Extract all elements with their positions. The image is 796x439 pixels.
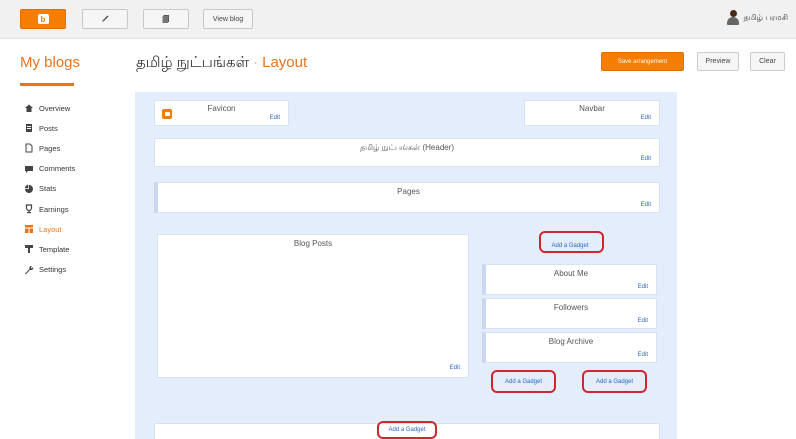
gadget-title: தமிழ் நுட்பங்கள் (Header)	[359, 143, 455, 152]
wrench-icon	[24, 265, 34, 275]
home-icon	[24, 103, 34, 113]
sidebar-item-comments[interactable]: Comments	[24, 159, 114, 179]
highlight-ring	[491, 370, 556, 393]
section-title: Layout	[262, 54, 308, 71]
sidebar-item-earnings[interactable]: Earnings	[24, 199, 114, 219]
posts-list-button[interactable]	[143, 9, 189, 29]
edit-navbar-link[interactable]: Edit	[641, 115, 651, 121]
sidebar-item-label: Settings	[39, 265, 67, 275]
edit-blog-archive-link[interactable]: Edit	[638, 352, 648, 358]
my-blogs-underline	[20, 83, 74, 86]
edit-header-link[interactable]: Edit	[641, 156, 651, 162]
layout-canvas: Favicon Edit Navbar Edit தமிழ் நுட்பங்கள…	[135, 92, 677, 439]
sidebar-item-label: Template	[39, 244, 70, 254]
about-me-gadget[interactable]: About Me Edit	[482, 264, 657, 295]
title-separator: ·	[253, 54, 259, 71]
sidebar-item-template[interactable]: Template	[24, 239, 114, 259]
sidebar-item-label: Stats	[39, 184, 57, 194]
gadget-title: Favicon	[207, 104, 236, 113]
sidebar-item-label: Overview	[39, 103, 71, 113]
gadget-title: Pages	[397, 187, 420, 196]
sidebar-item-label: Pages	[39, 143, 61, 153]
blog-archive-gadget[interactable]: Blog Archive Edit	[482, 332, 657, 363]
favicon-gadget[interactable]: Favicon Edit	[154, 100, 289, 126]
highlight-ring	[582, 370, 647, 393]
gadget-title: Followers	[553, 303, 589, 312]
posts-icon	[24, 123, 34, 133]
sidebar-item-settings[interactable]: Settings	[24, 260, 114, 280]
pages-icon	[24, 143, 34, 153]
followers-gadget[interactable]: Followers Edit	[482, 298, 657, 329]
edit-followers-link[interactable]: Edit	[638, 318, 648, 324]
sidebar-item-stats[interactable]: Stats	[24, 179, 114, 199]
sidebar-item-layout[interactable]: Layout	[24, 219, 114, 239]
highlight-ring	[377, 421, 437, 439]
my-blogs-link[interactable]: My blogs	[20, 54, 80, 71]
highlight-ring	[539, 231, 604, 253]
blogger-home-button[interactable]: b	[20, 9, 66, 29]
avatar	[727, 10, 740, 26]
blogger-b-icon: b	[37, 14, 49, 24]
gadget-title: About Me	[553, 269, 589, 278]
edit-favicon-link[interactable]: Edit	[270, 115, 280, 121]
sidebar-item-overview[interactable]: Overview	[24, 98, 114, 118]
sidebar-item-label: Earnings	[39, 204, 69, 214]
sidebar-item-label: Layout	[39, 224, 62, 234]
layout-icon	[24, 224, 34, 234]
clear-button[interactable]: Clear	[750, 52, 785, 71]
edit-blog-posts-link[interactable]: Edit	[450, 365, 460, 371]
pencil-icon	[102, 15, 109, 22]
gadget-title: Blog Archive	[548, 337, 594, 346]
stats-icon	[24, 184, 34, 194]
edit-about-me-link[interactable]: Edit	[638, 284, 648, 290]
blog-title: தமிழ் நுட்பங்கள்	[136, 54, 250, 71]
top-bar: b View blog தமிழ் பரமசி	[0, 0, 796, 39]
sidebar-item-pages[interactable]: Pages	[24, 138, 114, 158]
sidebar-item-label: Posts	[39, 123, 58, 133]
user-menu[interactable]: தமிழ் பரமசி	[727, 10, 788, 26]
gadget-title: Blog Posts	[293, 239, 333, 248]
comments-icon	[24, 164, 34, 174]
user-name: தமிழ் பரமசி	[743, 13, 788, 22]
sidebar-item-label: Comments	[39, 164, 76, 174]
sidebar-item-posts[interactable]: Posts	[24, 118, 114, 138]
gadget-title: Navbar	[579, 104, 605, 113]
pages-gadget[interactable]: Pages Edit	[154, 182, 660, 213]
header-gadget[interactable]: தமிழ் நுட்பங்கள் (Header) Edit	[154, 138, 660, 167]
sidebar-nav: Overview Posts Pages Comments Stats Earn…	[24, 98, 114, 280]
blog-posts-gadget[interactable]: Blog Posts Edit	[157, 234, 469, 378]
navbar-gadget[interactable]: Navbar Edit	[524, 100, 660, 126]
preview-button[interactable]: Preview	[697, 52, 739, 71]
save-arrangement-button[interactable]: Save arrangement	[601, 52, 684, 71]
trophy-icon	[24, 204, 34, 214]
template-icon	[24, 244, 34, 254]
edit-pages-link[interactable]: Edit	[641, 202, 651, 208]
page-title: தமிழ் நுட்பங்கள் · Layout	[136, 54, 307, 73]
view-blog-button[interactable]: View blog	[203, 9, 253, 29]
document-icon	[162, 15, 169, 23]
new-post-button[interactable]	[82, 9, 128, 29]
